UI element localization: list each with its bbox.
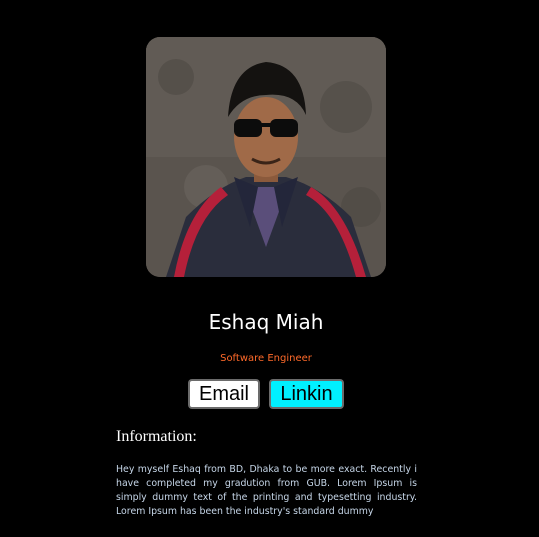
profile-page: Eshaq Miah Software Engineer Email Linki… [0,0,539,537]
linkin-button[interactable]: Linkin [269,379,344,409]
information-heading: Information: [116,428,197,445]
information-text: Hey myself Eshaq from BD, Dhaka to be mo… [116,464,417,517]
profile-name: Eshaq Miah [208,310,324,334]
email-button[interactable]: Email [188,379,260,409]
profile-role: Software Engineer [220,353,312,364]
person-portrait-image [146,37,386,277]
profile-photo [146,37,386,277]
